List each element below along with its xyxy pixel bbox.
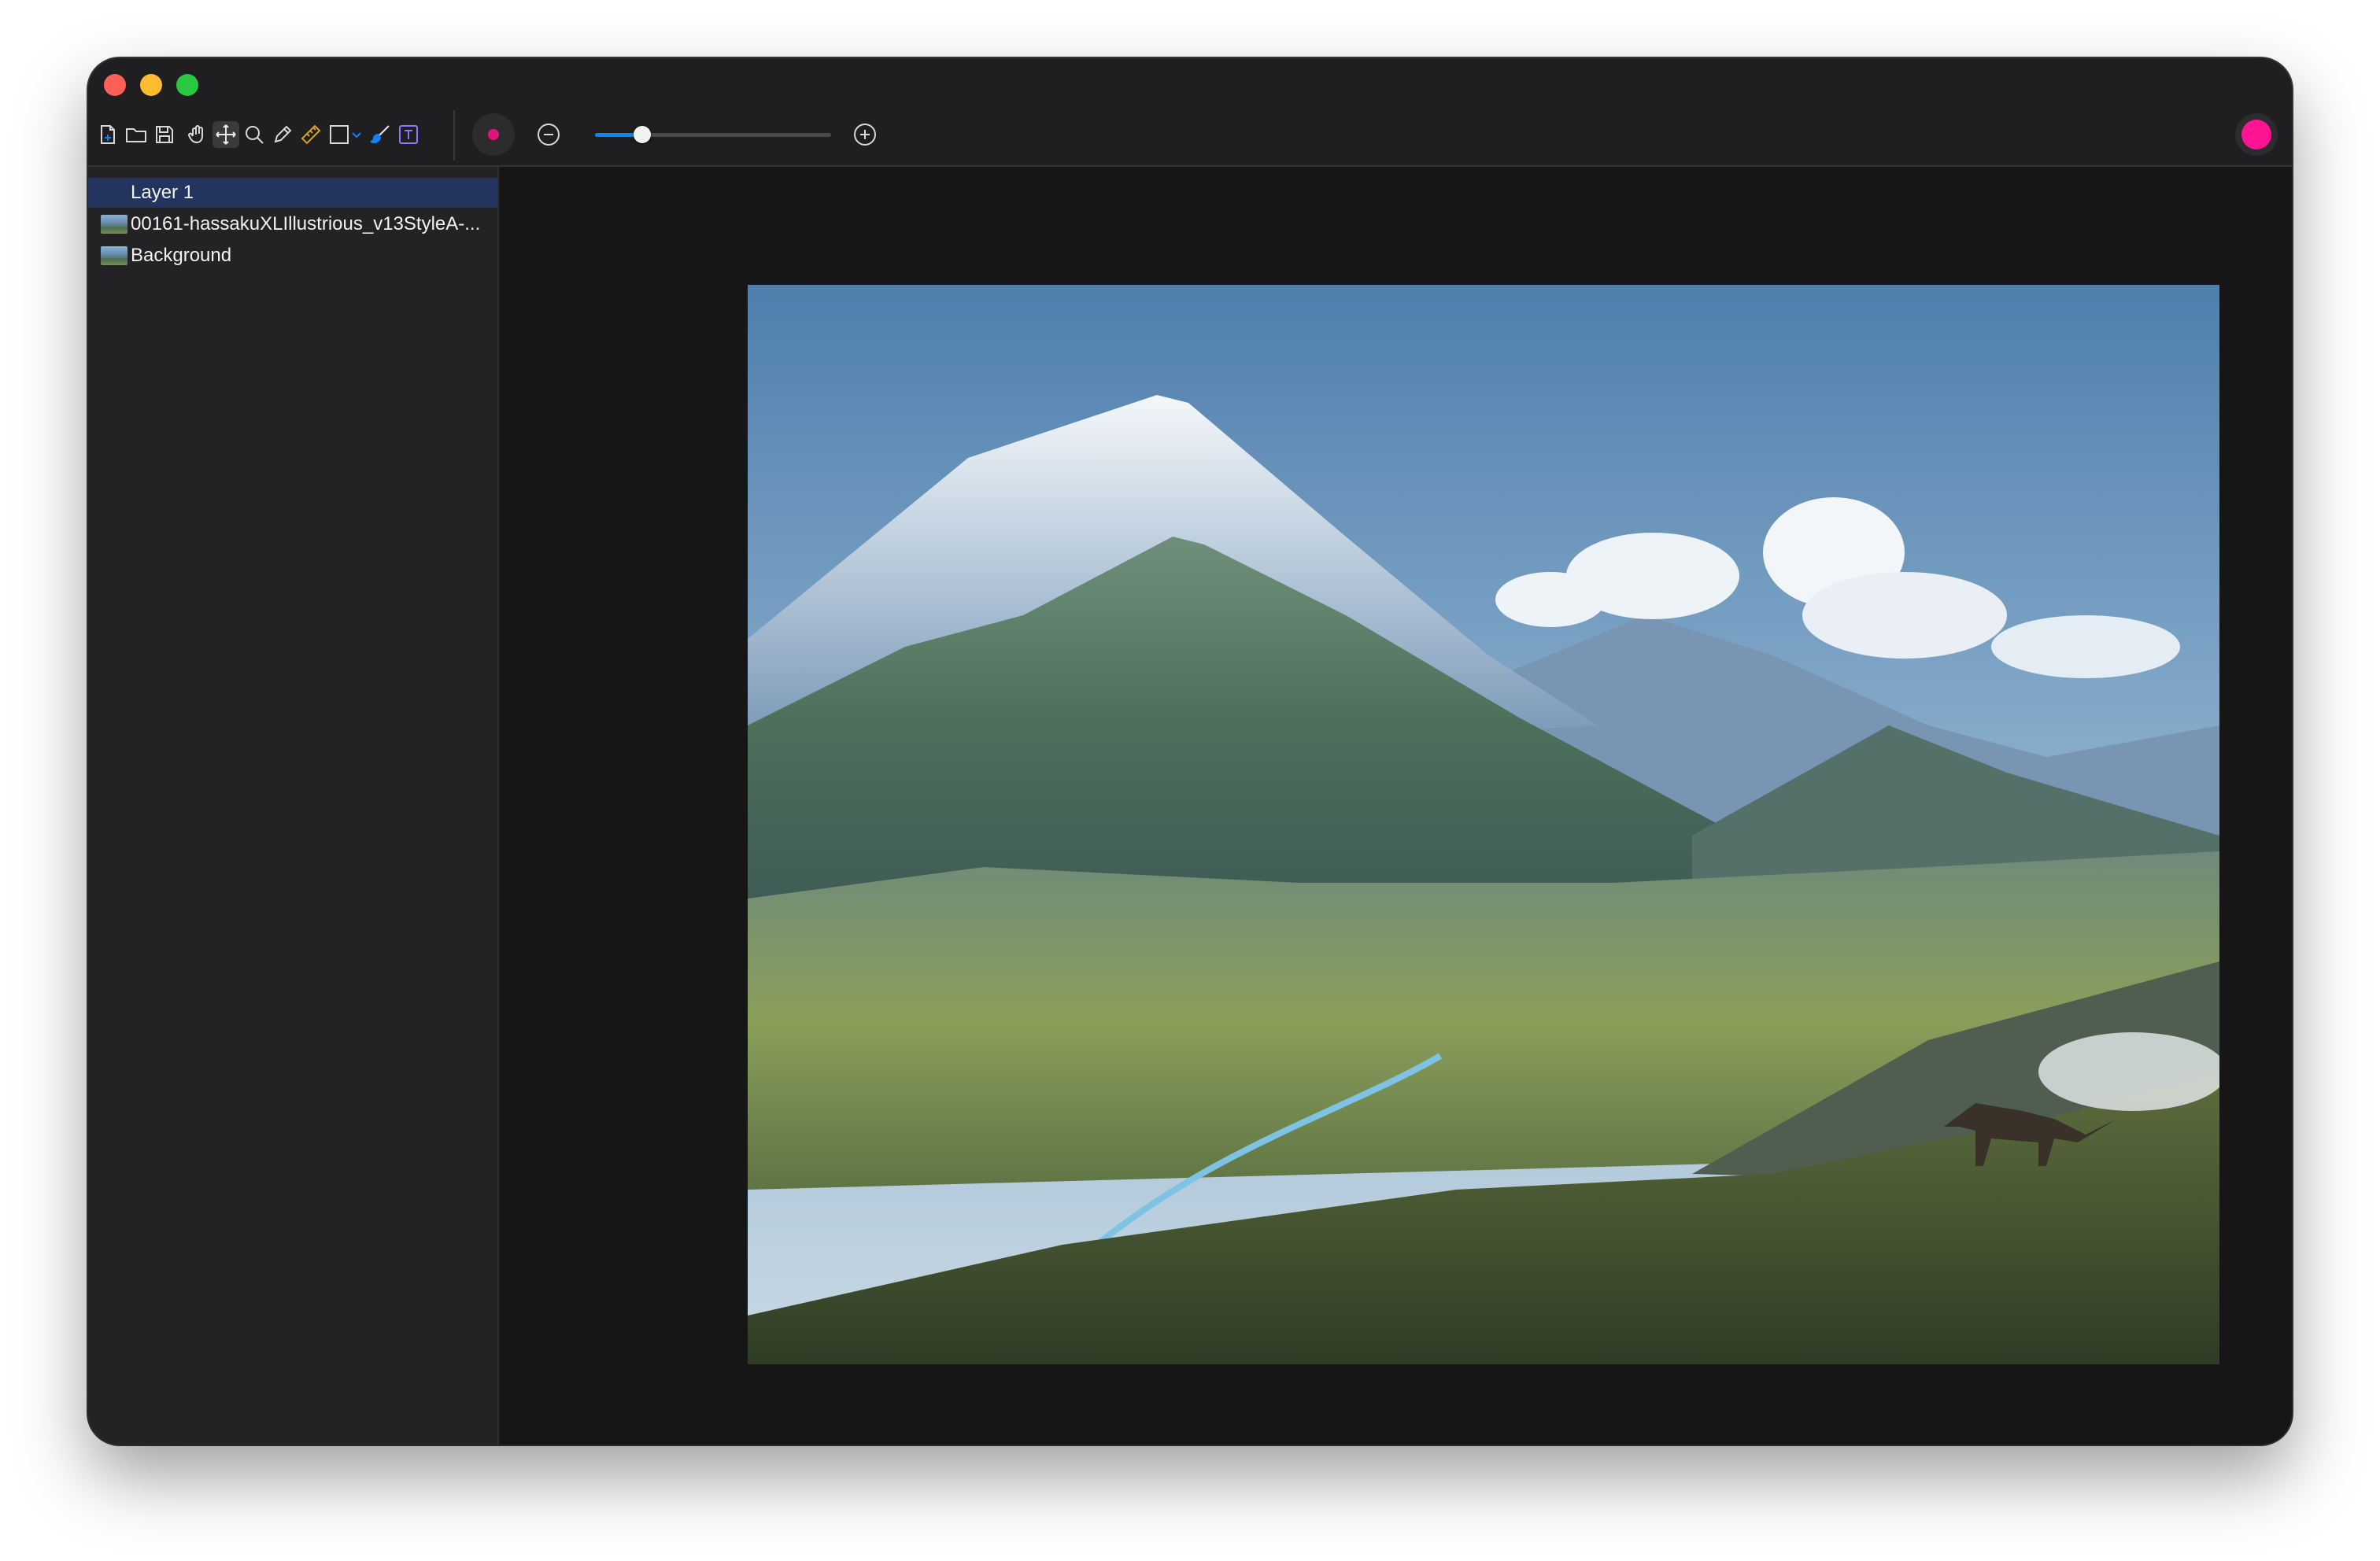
canvas-image[interactable] (748, 285, 2219, 1364)
layer-row[interactable]: Background (88, 241, 497, 271)
zoom-in-button[interactable] (852, 121, 878, 148)
open-folder-button[interactable] (123, 121, 150, 148)
minimize-window-button[interactable] (140, 74, 162, 96)
floppy-disk-icon (156, 126, 173, 143)
layer-thumbnail (101, 246, 128, 265)
rectangle-select-tool[interactable] (326, 121, 353, 148)
title-bar (88, 58, 2292, 167)
zoom-tool[interactable] (241, 121, 268, 148)
pencil-tool[interactable] (269, 121, 296, 148)
move-arrows-icon (216, 124, 236, 145)
hand-icon (188, 125, 203, 144)
text-tool[interactable] (395, 121, 422, 148)
current-color-swatch[interactable] (2235, 113, 2278, 156)
minus-circle-icon (538, 124, 560, 146)
current-color-fill (2241, 120, 2271, 149)
hand-tool[interactable] (184, 121, 211, 148)
move-tool[interactable] (213, 121, 239, 148)
new-document-icon (101, 125, 115, 144)
shape-dropdown[interactable] (349, 121, 364, 148)
layer-label: 00161-hassakuXLIllustrious_v13StyleA-... (131, 213, 481, 234)
layers-panel: Layer 1 00161-hassakuXLIllustrious_v13Sty… (88, 167, 499, 1445)
zoom-slider-thumb[interactable] (634, 126, 651, 143)
zoom-window-button[interactable] (176, 74, 198, 96)
brush-tool[interactable] (367, 121, 394, 148)
close-window-button[interactable] (104, 74, 126, 96)
toolbar-separator (453, 110, 455, 161)
text-box-icon (399, 125, 418, 144)
canvas-area[interactable] (499, 167, 2292, 1445)
record-dot-icon (488, 129, 499, 140)
ruler-icon (301, 124, 321, 145)
save-button[interactable] (151, 121, 178, 148)
plus-circle-icon (854, 124, 876, 146)
layer-row[interactable]: 00161-hassakuXLIllustrious_v13StyleA-... (88, 209, 497, 239)
layer-label: Layer 1 (131, 182, 194, 203)
layer-thumbnail (101, 215, 128, 234)
app-window: Layer 1 00161-hassakuXLIllustrious_v13Sty… (88, 58, 2292, 1445)
magnifier-icon (246, 126, 264, 144)
layer-row[interactable]: Layer 1 (88, 178, 497, 208)
rectangle-icon (330, 125, 349, 144)
ruler-tool[interactable] (298, 121, 324, 148)
layer-label: Background (131, 245, 232, 266)
record-button[interactable] (472, 113, 515, 156)
chevron-down-icon (352, 132, 361, 138)
folder-icon (126, 128, 146, 142)
brush-icon (370, 125, 390, 143)
new-document-button[interactable] (94, 121, 121, 148)
zoom-slider[interactable] (595, 121, 831, 148)
zoom-out-button[interactable] (535, 121, 562, 148)
pencil-icon (274, 125, 292, 143)
